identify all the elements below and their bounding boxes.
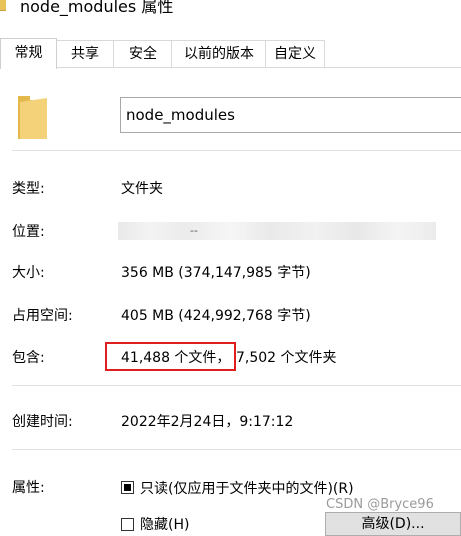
disk-size-label: 占用空间: bbox=[12, 308, 73, 324]
created-value: 2022年2月24日，9:17:12 bbox=[121, 414, 294, 430]
advanced-button[interactable]: 高级(D)... bbox=[325, 512, 461, 536]
size-value: 356 MB (374,147,985 字节) bbox=[121, 265, 311, 281]
watermark: CSDN @Bryce96 bbox=[326, 497, 434, 512]
tab-security[interactable]: 安全 bbox=[113, 40, 173, 68]
window-title: node_modules 属性 bbox=[20, 0, 174, 16]
tab-previous-versions[interactable]: 以前的版本 bbox=[171, 40, 267, 68]
location-label: 位置: bbox=[12, 224, 45, 240]
tab-sharing[interactable]: 共享 bbox=[55, 40, 115, 68]
size-label: 大小: bbox=[12, 265, 45, 281]
disk-size-value: 405 MB (424,992,768 字节) bbox=[121, 308, 311, 324]
tab-customize[interactable]: 自定义 bbox=[265, 40, 325, 68]
type-label: 类型: bbox=[12, 181, 45, 197]
divider bbox=[12, 150, 461, 151]
type-value: 文件夹 bbox=[121, 181, 163, 197]
hidden-checkbox-label[interactable]: 隐藏(H) bbox=[140, 514, 189, 534]
tab-general[interactable]: 常规 bbox=[0, 38, 57, 69]
attributes-label: 属性: bbox=[12, 480, 45, 496]
folder-icon bbox=[18, 94, 48, 140]
highlight-annotation bbox=[105, 342, 236, 371]
title-bar: node_modules 属性 bbox=[0, 0, 461, 22]
tab-divider bbox=[0, 67, 461, 68]
tab-bar: 常规 共享 安全 以前的版本 自定义 bbox=[0, 38, 461, 69]
contains-folders-value: 7,502 个文件夹 bbox=[236, 350, 337, 366]
folder-icon bbox=[0, 0, 6, 11]
divider bbox=[12, 449, 461, 450]
readonly-checkbox-label[interactable]: 只读(仅应用于文件夹中的文件)(R) bbox=[140, 478, 354, 498]
checkbox-indeterminate-mark bbox=[124, 484, 131, 491]
contains-label: 包含: bbox=[12, 350, 45, 366]
divider bbox=[12, 385, 461, 386]
created-label: 创建时间: bbox=[12, 414, 73, 430]
folder-name-input[interactable] bbox=[120, 97, 461, 133]
location-redacted bbox=[118, 222, 436, 240]
location-value: -- bbox=[190, 224, 198, 237]
readonly-checkbox[interactable] bbox=[121, 481, 134, 494]
